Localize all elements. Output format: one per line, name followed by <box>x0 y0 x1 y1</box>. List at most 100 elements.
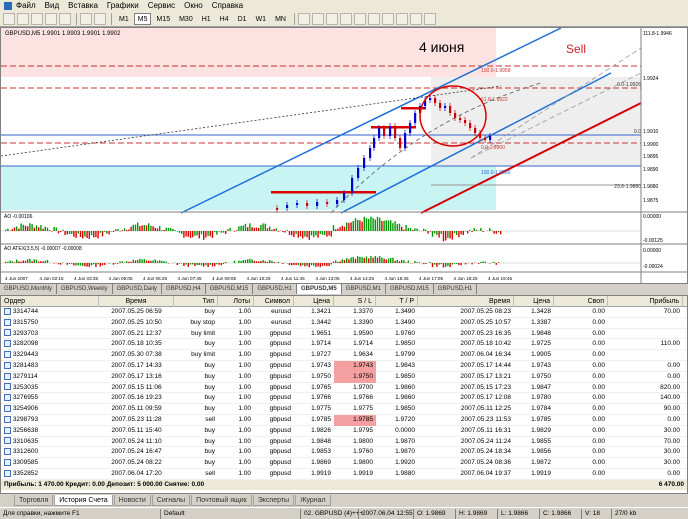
chart-tab-active[interactable]: GBPUSD,M5 <box>297 284 342 294</box>
menu-insert[interactable]: Вставка <box>68 1 98 10</box>
chart-tab[interactable]: GBPUSD,H1 <box>253 284 297 294</box>
label-icon[interactable] <box>409 12 422 25</box>
table-row[interactable]: 3329443 2007.05.30 07:38 buy limit 1.00 gbpu… <box>1 350 687 361</box>
trendline-icon[interactable] <box>353 12 366 25</box>
tf-mn[interactable]: MN <box>271 13 290 25</box>
tf-m1[interactable]: M1 <box>115 13 133 25</box>
col-time[interactable]: Время <box>99 296 174 307</box>
ao-bar <box>348 222 350 231</box>
tab-journal[interactable]: Журнал <box>295 494 331 506</box>
crosshair-icon[interactable] <box>311 12 324 25</box>
ao-bar <box>159 225 161 231</box>
menu-window[interactable]: Окно <box>184 1 203 10</box>
menu-charts[interactable]: Графики <box>107 1 139 10</box>
cursor-icon[interactable] <box>297 12 310 25</box>
table-row[interactable]: 3314744 2007.05.25 06:59 buy 1.00 eurusd 1.34… <box>1 307 687 318</box>
menu-file[interactable]: Файл <box>16 1 36 10</box>
market-watch-icon[interactable] <box>31 12 43 25</box>
tab-experts[interactable]: Эксперты <box>252 494 295 506</box>
table-row[interactable]: 3312600 2007.05.24 16:47 buy 1.00 gbpusd 1.98… <box>1 447 687 459</box>
new-order-icon[interactable] <box>80 12 92 25</box>
profiles-icon[interactable] <box>17 12 29 25</box>
chart-tab[interactable]: GBPUSD,H4 <box>162 284 206 294</box>
col-close-price[interactable]: Цена <box>514 296 554 307</box>
ac-bar <box>73 263 75 266</box>
candle-body <box>326 202 329 204</box>
price-label: 1.9890 <box>643 167 659 173</box>
price-chart[interactable]: 4 июня Sell GBPUSD,M5 1.9901 1.9903 1.99… <box>0 27 687 283</box>
experts-icon[interactable] <box>94 12 106 25</box>
col-order[interactable]: Ордер <box>1 296 99 307</box>
ao-bar <box>313 231 315 238</box>
order-icon <box>4 437 11 445</box>
terminal-icon[interactable] <box>59 12 71 25</box>
horizontal-line-icon[interactable] <box>339 12 352 25</box>
text-icon[interactable] <box>395 12 408 25</box>
tab-account-history[interactable]: История Счета <box>54 494 113 506</box>
channel-icon[interactable] <box>367 12 380 25</box>
tf-m30[interactable]: M30 <box>175 13 197 25</box>
cell-ctime: 2007.05.17 12:08 <box>418 393 514 404</box>
table-row[interactable]: 3254906 2007.05.11 09:59 buy 1.00 gbpusd 1.97… <box>1 404 687 415</box>
table-row[interactable]: 3281483 2007.05.17 14:33 buy 1.00 gbpusd 1.97… <box>1 360 687 372</box>
table-row[interactable]: 3352852 2007.06.04 17:20 sell 1.00 gbpusd 1.9… <box>1 469 687 480</box>
arrows-icon[interactable] <box>423 12 436 25</box>
tab-mailbox[interactable]: Почтовый ящик <box>191 494 252 506</box>
tab-signals[interactable]: Сигналы <box>151 494 191 506</box>
ac-bar <box>282 263 284 264</box>
ao-bar <box>16 226 18 231</box>
ac-bar <box>489 263 491 264</box>
table-row[interactable]: 3315750 2007.05.25 10:50 buy stop 1.00 eurus… <box>1 318 687 329</box>
tf-h1[interactable]: H1 <box>198 13 215 25</box>
new-chart-icon[interactable] <box>3 12 15 25</box>
chart-tab[interactable]: GBPUSD,Daily <box>113 284 162 294</box>
col-price[interactable]: Цена <box>294 296 334 307</box>
table-row[interactable]: 3256638 2007.05.11 15:40 buy 1.00 gbpusd 1.98… <box>1 426 687 437</box>
tf-w1[interactable]: W1 <box>252 13 271 25</box>
chart-tab[interactable]: GBPUSD,Weekly <box>57 284 113 294</box>
ao-bar <box>247 227 249 231</box>
tf-h4[interactable]: H4 <box>216 13 233 25</box>
table-row[interactable]: 3276955 2007.05.16 19:23 buy 1.00 gbpusd 1.97… <box>1 393 687 405</box>
fibo-icon[interactable] <box>381 12 394 25</box>
vertical-line-icon[interactable] <box>325 12 338 25</box>
tf-m15[interactable]: M15 <box>152 13 174 25</box>
chart-tab[interactable]: GBPUSD,M15 <box>206 284 254 294</box>
ac-bar <box>330 263 332 265</box>
col-close-time[interactable]: Время <box>418 296 514 307</box>
col-type[interactable]: Тип <box>174 296 218 307</box>
cell-time: 2007.05.25 06:59 <box>99 307 174 318</box>
cell-symbol: gbpusd <box>254 372 294 383</box>
col-lots[interactable]: Лоты <box>218 296 254 307</box>
table-row[interactable]: 3298793 2007.05.23 11:28 sell 1.00 gbpusd 1.9… <box>1 414 687 426</box>
cell-symbol: gbpusd <box>254 426 294 437</box>
tf-m5[interactable]: M5 <box>133 12 152 25</box>
menu-tools[interactable]: Сервис <box>148 1 175 10</box>
tab-news[interactable]: Новости <box>113 494 151 506</box>
ao-bar <box>218 231 220 232</box>
chart-window[interactable]: 4 июня Sell GBPUSD,M5 1.9901 1.9903 1.99… <box>0 27 688 284</box>
table-row[interactable]: 3282098 2007.05.18 10:35 buy 1.00 gbpusd 1.97… <box>1 339 687 351</box>
chart-tab[interactable]: GBPUSD,Monthly <box>0 284 58 294</box>
menu-view[interactable]: Вид <box>45 1 59 10</box>
chart-tab[interactable]: GBPUSD,H1 <box>434 284 478 294</box>
table-row[interactable]: 3253035 2007.05.15 11:06 buy 1.00 gbpusd 1.97… <box>1 383 687 394</box>
candle-body <box>286 205 289 208</box>
menu-help[interactable]: Справка <box>212 1 243 10</box>
col-tp[interactable]: T / P <box>376 296 418 307</box>
chart-tab[interactable]: GBPUSD,M1 <box>342 284 387 294</box>
col-profit[interactable]: Прибыль <box>608 296 683 307</box>
navigator-icon[interactable] <box>45 12 57 25</box>
table-row[interactable]: 3293703 2007.05.21 12:37 buy limit 1.00 gbpu… <box>1 329 687 340</box>
table-row[interactable]: 3310635 2007.05.24 11:10 buy 1.00 gbpusd 1.98… <box>1 437 687 448</box>
table-row[interactable]: 3279114 2007.05.17 13:16 buy 1.00 gbpusd 1.97… <box>1 371 687 383</box>
col-sl[interactable]: S / L <box>334 296 376 307</box>
chart-tab[interactable]: GBPUSD,M15 <box>386 284 434 294</box>
table-row[interactable]: 3309585 2007.05.24 08:22 buy 1.00 gbpusd 1.98… <box>1 458 687 469</box>
col-symbol[interactable]: Символ <box>254 296 294 307</box>
cell-text: 1.00 <box>238 351 251 359</box>
ao-bar <box>379 217 381 231</box>
col-swap[interactable]: Своп <box>554 296 608 307</box>
tab-trade[interactable]: Торговля <box>14 494 54 506</box>
tf-d1[interactable]: D1 <box>234 13 251 25</box>
